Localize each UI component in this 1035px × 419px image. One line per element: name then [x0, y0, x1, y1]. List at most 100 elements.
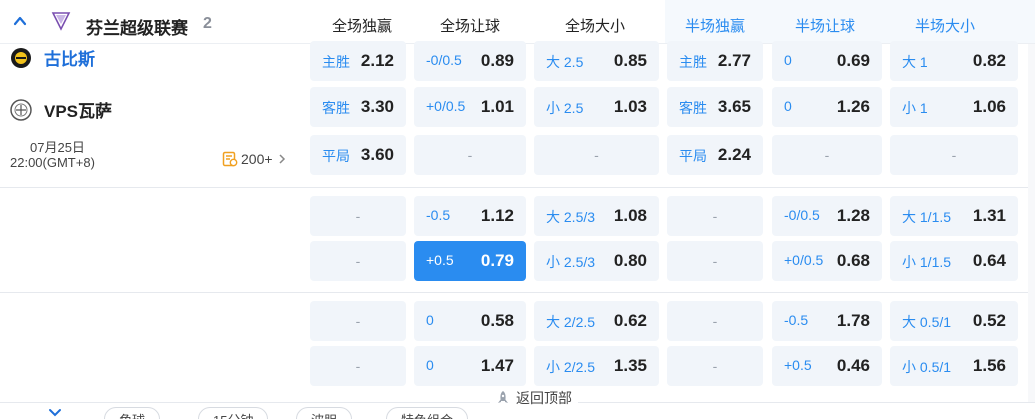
- odds-cell[interactable]: 0 1.47: [414, 346, 526, 386]
- odds-empty: -: [712, 208, 718, 224]
- odds-label: 大 1/1.5: [902, 209, 952, 225]
- odds-cell-selected[interactable]: +0.5 0.79: [414, 241, 526, 281]
- tab-15-minutes[interactable]: 15分钟: [198, 407, 269, 419]
- odds-value: 1.06: [972, 97, 1006, 116]
- odds-cell[interactable]: 主胜 2.12: [310, 41, 406, 81]
- away-team[interactable]: VPS瓦萨: [10, 97, 112, 122]
- col-half-totals: 半场大小: [914, 18, 975, 35]
- markets-icon: [222, 151, 238, 167]
- odds-value: 0.82: [972, 51, 1006, 70]
- odds-cell[interactable]: 大 2.5 0.85: [534, 41, 659, 81]
- odds-cell[interactable]: 大 1/1.5 1.31: [890, 196, 1018, 236]
- odds-cell[interactable]: 小 0.5/1 1.56: [890, 346, 1018, 386]
- odds-cell[interactable]: 0 1.26: [772, 87, 882, 127]
- odds-value: 1.47: [480, 356, 514, 375]
- odds-label: 小 2/2.5: [546, 359, 596, 375]
- odds-cell[interactable]: 大 2.5/3 1.08: [534, 196, 659, 236]
- odds-cell-empty: -: [772, 135, 882, 175]
- odds-label: 客胜: [322, 100, 350, 116]
- league-logo-icon: [51, 12, 71, 31]
- odds-cell-empty: -: [310, 196, 406, 236]
- odds-empty: -: [355, 253, 361, 269]
- more-markets-link[interactable]: 200+: [222, 151, 287, 167]
- home-team[interactable]: 古比斯: [10, 45, 95, 70]
- odds-empty: -: [712, 358, 718, 374]
- odds-value: 2.77: [717, 51, 751, 70]
- odds-cell[interactable]: 小 2/2.5 1.35: [534, 346, 659, 386]
- odds-value: 1.01: [480, 97, 514, 116]
- odds-cell[interactable]: 大 1 0.82: [890, 41, 1018, 81]
- match-time: 22:00(GMT+8): [10, 155, 95, 170]
- col-full-totals: 全场大小: [564, 18, 625, 35]
- odds-cell[interactable]: 大 0.5/1 0.52: [890, 301, 1018, 341]
- chevron-up-icon[interactable]: [13, 14, 27, 28]
- odds-label: -0.5: [784, 312, 809, 328]
- tab-correct-score[interactable]: 波胆: [296, 407, 353, 419]
- odds-value: 3.60: [360, 145, 394, 164]
- odds-value: 3.30: [360, 97, 394, 116]
- odds-cell[interactable]: -0.5 1.78: [772, 301, 882, 341]
- odds-cell[interactable]: 平局 3.60: [310, 135, 406, 175]
- odds-label: 大 2.5: [546, 54, 584, 70]
- odds-value: 1.08: [613, 206, 647, 225]
- odds-cell[interactable]: 平局 2.24: [667, 135, 763, 175]
- odds-label: 0: [784, 52, 792, 68]
- col-full-handicap: 全场让球: [439, 18, 500, 35]
- odds-empty: -: [594, 147, 599, 163]
- odds-cell[interactable]: 小 1 1.06: [890, 87, 1018, 127]
- odds-label: +0.5: [784, 357, 812, 373]
- league-name: 芬兰超级联赛: [86, 19, 188, 38]
- odds-label: 0: [426, 312, 434, 328]
- tab-corners[interactable]: 角球: [104, 407, 161, 419]
- tab-special-combos[interactable]: 特色组合: [386, 407, 469, 419]
- odds-value: 0.80: [613, 251, 647, 270]
- odds-cell[interactable]: 小 1/1.5 0.64: [890, 241, 1018, 281]
- odds-cell[interactable]: 主胜 2.77: [667, 41, 763, 81]
- odds-value: 0.52: [972, 311, 1006, 330]
- league-header: 芬兰超级联赛 2 全场独赢 全场让球 全场大小 半场独赢 半场让球 半场大小: [0, 0, 1035, 44]
- rocket-icon: [498, 391, 508, 403]
- odds-empty: -: [951, 147, 957, 163]
- odds-cell-empty: -: [667, 241, 763, 281]
- odds-cell[interactable]: 客胜 3.30: [310, 87, 406, 127]
- odds-value: 0.62: [613, 311, 647, 330]
- chevron-down-icon[interactable]: [48, 407, 62, 419]
- odds-cell[interactable]: 0 0.69: [772, 41, 882, 81]
- odds-value: 0.46: [836, 356, 870, 375]
- league-match-count: 2: [203, 15, 212, 32]
- back-to-top-button[interactable]: 返回顶部: [490, 386, 578, 410]
- odds-cell[interactable]: 客胜 3.65: [667, 87, 763, 127]
- odds-value: 0.79: [480, 251, 514, 270]
- odds-cell-empty: -: [667, 346, 763, 386]
- odds-empty: -: [467, 147, 473, 163]
- odds-cell[interactable]: 大 2/2.5 0.62: [534, 301, 659, 341]
- odds-cell[interactable]: +0/0.5 0.68: [772, 241, 882, 281]
- odds-label: 0: [426, 357, 434, 373]
- col-half-moneyline: 半场独赢: [684, 18, 745, 35]
- odds-cell[interactable]: 小 2.5/3 0.80: [534, 241, 659, 281]
- odds-label: +0/0.5: [784, 252, 824, 268]
- odds-label: 大 1: [902, 54, 928, 70]
- odds-cell[interactable]: 0 0.58: [414, 301, 526, 341]
- col-half-handicap: 半场让球: [794, 18, 855, 35]
- odds-cell[interactable]: -0/0.5 1.28: [772, 196, 882, 236]
- odds-label: -0/0.5: [426, 52, 462, 68]
- odds-label: 小 1: [902, 100, 928, 116]
- odds-cell[interactable]: 小 2.5 1.03: [534, 87, 659, 127]
- odds-value: 2.24: [717, 145, 751, 164]
- odds-cell[interactable]: -0.5 1.12: [414, 196, 526, 236]
- odds-label: 主胜: [322, 54, 350, 70]
- scrollbar[interactable]: [1028, 44, 1035, 402]
- odds-cell[interactable]: +0/0.5 1.01: [414, 87, 526, 127]
- odds-cell-empty: -: [414, 135, 526, 175]
- odds-value: 1.35: [613, 356, 647, 375]
- match-date: 07月25日: [30, 140, 85, 155]
- odds-value: 1.28: [836, 206, 870, 225]
- odds-value: 1.56: [972, 356, 1006, 375]
- odds-label: 主胜: [679, 54, 707, 70]
- odds-cell[interactable]: +0.5 0.46: [772, 346, 882, 386]
- odds-cell-empty: -: [667, 196, 763, 236]
- away-team-logo-icon: [10, 98, 32, 121]
- chevron-right-icon: [279, 154, 285, 164]
- odds-cell[interactable]: -0/0.5 0.89: [414, 41, 526, 81]
